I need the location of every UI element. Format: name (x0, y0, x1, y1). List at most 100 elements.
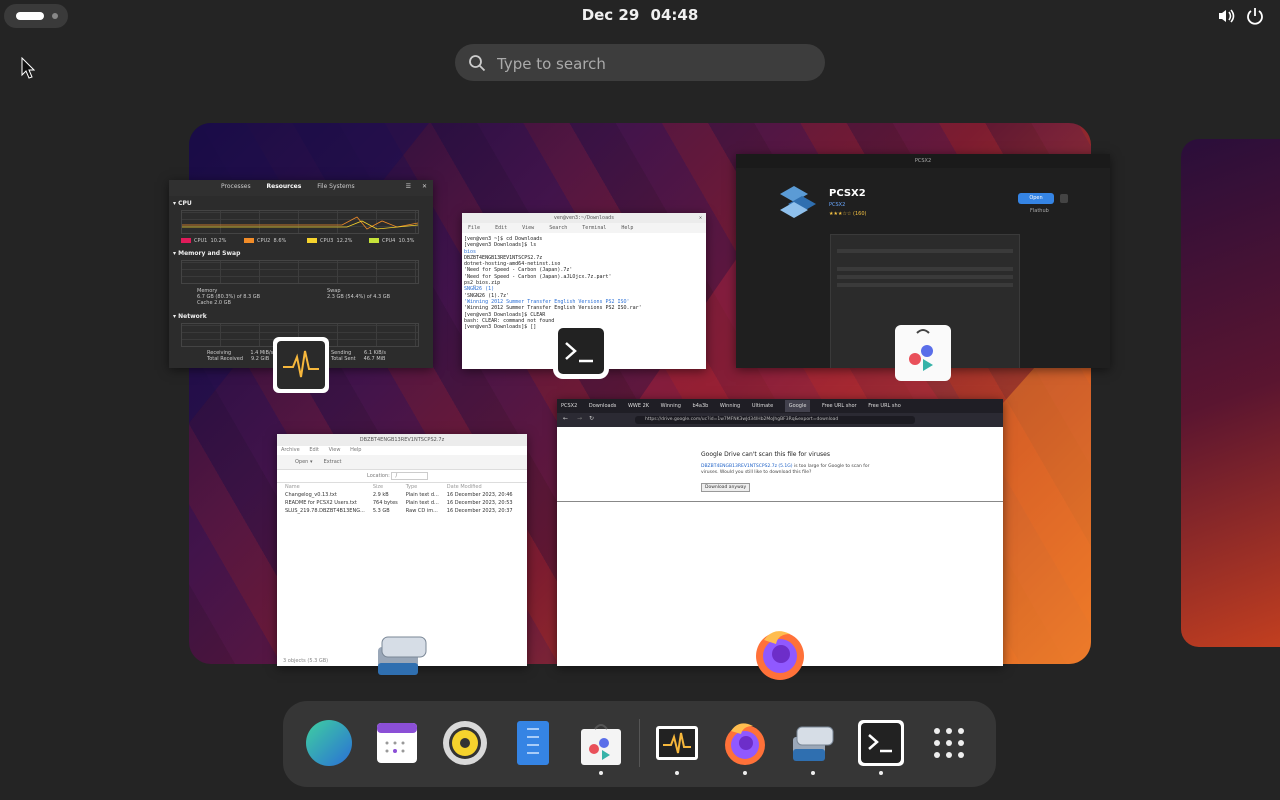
browser-globe-icon[interactable] (305, 719, 353, 767)
uninstall-button[interactable] (1060, 194, 1068, 203)
clock[interactable]: Dec 29 04:48 (540, 6, 740, 24)
firefox-icon[interactable] (721, 719, 769, 767)
file-roller-icon[interactable] (372, 627, 428, 683)
store-title: PCSX2 (736, 154, 1110, 168)
app-rating: ★★★☆☆ (160) (829, 211, 867, 217)
memory-graph (181, 260, 419, 284)
power-icon[interactable] (1245, 6, 1267, 28)
network-section-label: ▾ Network (173, 313, 207, 320)
cpu-graph (181, 210, 419, 234)
url-bar[interactable]: https://drive.google.com/uc?id=1w7MFNK3w… (635, 416, 915, 424)
browser-tab[interactable]: Winning (720, 403, 740, 409)
workspace-indicator (52, 13, 58, 19)
browser-tab[interactable]: Downloads (589, 403, 616, 409)
tab-file-systems[interactable]: File Systems (317, 183, 354, 190)
menu-archive[interactable]: Archive (281, 447, 300, 453)
system-monitor-icon[interactable] (273, 337, 329, 393)
file-row[interactable]: SLUS_219.78.DBZBT4B13ENG... 5.3 GB Raw CD … (281, 507, 517, 515)
running-indicator (599, 771, 603, 775)
terminal-title: ven@ven3:~/Downloads (553, 215, 615, 221)
clock-date: Dec 29 (581, 6, 640, 24)
menu-edit[interactable]: Edit (309, 447, 319, 453)
browser-tab[interactable]: Free URL sho (868, 403, 901, 409)
menu-view[interactable]: View (329, 447, 341, 453)
browser-tab[interactable]: Ultimate (752, 403, 773, 409)
firefox-tabbar: PCSX2 Downloads WWE 2K Winning b4a3b Win… (557, 399, 1003, 413)
cpu3-legend: CPU3 12.2% (307, 238, 352, 244)
terminal-output[interactable]: [ven@ven3 ~]$ cd Downloads [ven@ven3 Down… (462, 233, 706, 333)
browser-tab[interactable]: WWE 2K (628, 403, 649, 409)
close-icon[interactable]: ✕ (699, 213, 702, 223)
column-name[interactable]: Name (281, 483, 369, 491)
calendar-icon[interactable] (373, 719, 421, 767)
firefox-icon[interactable] (750, 624, 806, 680)
menu-help[interactable]: Help (350, 447, 361, 453)
app-source[interactable]: Flathub (1030, 208, 1049, 214)
menu-terminal[interactable]: Terminal (582, 225, 606, 231)
navigation-toolbar: ← → ↻ https://drive.google.com/uc?id=1w7… (557, 413, 1003, 427)
open-button[interactable]: Open (295, 459, 308, 465)
menu-view[interactable]: View (522, 225, 534, 231)
search-icon (469, 55, 486, 72)
file-row[interactable]: Changelog_v0.13.txt 2.9 kB Plain text d...… (281, 491, 517, 499)
file-link[interactable]: DBZBT4ENGB13REV1NTSCPS2.7z (5.1G) (701, 464, 793, 469)
menu-search[interactable]: Search (549, 225, 567, 231)
menu-icon[interactable]: ☰ (406, 183, 411, 190)
search-entry[interactable] (455, 44, 825, 83)
status-bar: 3 objects (5.3 GB) (283, 658, 329, 664)
sending-legend: Sending 6.1 KiB/s Total Sent 46.7 MiB (331, 350, 386, 362)
reload-icon[interactable]: ↻ (589, 415, 594, 422)
browser-tab[interactable]: Free URL shor (822, 403, 857, 409)
browser-tab[interactable]: PCSX2 (561, 403, 577, 409)
top-bar: Dec 29 04:48 (0, 0, 1280, 32)
browser-tab[interactable]: Winning (661, 403, 681, 409)
page-heading: Google Drive can't scan this file for vi… (701, 451, 830, 458)
cpu1-legend: CPU1 10.2% (181, 238, 226, 244)
menu-file[interactable]: File (468, 225, 480, 231)
close-icon[interactable]: ✕ (422, 183, 427, 190)
back-icon[interactable]: ← (563, 415, 568, 422)
archive-title: DBZBT4ENGB13REV1NTSCPS2.7z (277, 434, 527, 446)
column-date[interactable]: Date Modified (443, 483, 517, 491)
terminal-icon[interactable] (857, 719, 905, 767)
location-field[interactable]: / (391, 472, 429, 480)
dash-separator (639, 719, 640, 767)
browser-tab-active[interactable]: Google (784, 400, 811, 412)
location-bar: Location: / (277, 470, 527, 483)
search-input[interactable] (495, 44, 799, 83)
running-indicator (675, 771, 679, 775)
text-editor-icon[interactable] (509, 719, 557, 767)
file-list: Name Size Type Date Modified Changelog_v… (281, 483, 517, 515)
rhythmbox-icon[interactable] (441, 719, 489, 767)
app-developer[interactable]: PCSX2 (829, 202, 845, 208)
system-monitor-icon[interactable] (653, 719, 701, 767)
receiving-legend: Receiving 1.4 MiB/s Total Received 9.2 G… (207, 350, 274, 362)
terminal-icon[interactable] (553, 323, 609, 379)
file-roller-icon[interactable] (789, 719, 837, 767)
open-button[interactable]: Open (1018, 193, 1054, 204)
running-indicator (879, 771, 883, 775)
column-size[interactable]: Size (369, 483, 402, 491)
browser-tab[interactable]: b4a3b (693, 403, 709, 409)
software-store-icon[interactable] (577, 719, 625, 767)
cpu4-legend: CPU4 10.3% (369, 238, 414, 244)
menu-edit[interactable]: Edit (495, 225, 507, 231)
activities-button[interactable] (4, 4, 68, 28)
software-store-icon[interactable] (895, 325, 951, 381)
tab-resources[interactable]: Resources (267, 183, 302, 190)
terminal-menubar: File Edit View Search Terminal Help (462, 223, 706, 233)
column-type[interactable]: Type (402, 483, 443, 491)
forward-icon[interactable]: → (577, 415, 582, 422)
extract-button[interactable]: Extract (324, 459, 342, 465)
pcsx2-logo-icon (776, 184, 820, 222)
swap-legend: Swap 2.3 GB (54.4%) of 4.3 GB (327, 288, 391, 300)
download-anyway-button[interactable]: Download anyway (701, 483, 751, 492)
workspace-indicator-active (16, 12, 44, 20)
next-workspace-thumbnail[interactable] (1181, 139, 1280, 647)
volume-icon[interactable] (1216, 6, 1238, 28)
app-grid-icon[interactable] (925, 719, 973, 767)
menu-help[interactable]: Help (621, 225, 633, 231)
running-indicator (743, 771, 747, 775)
tab-processes[interactable]: Processes (221, 183, 251, 190)
file-row[interactable]: README for PCSX2 Users.txt 764 bytes Plain… (281, 499, 517, 507)
